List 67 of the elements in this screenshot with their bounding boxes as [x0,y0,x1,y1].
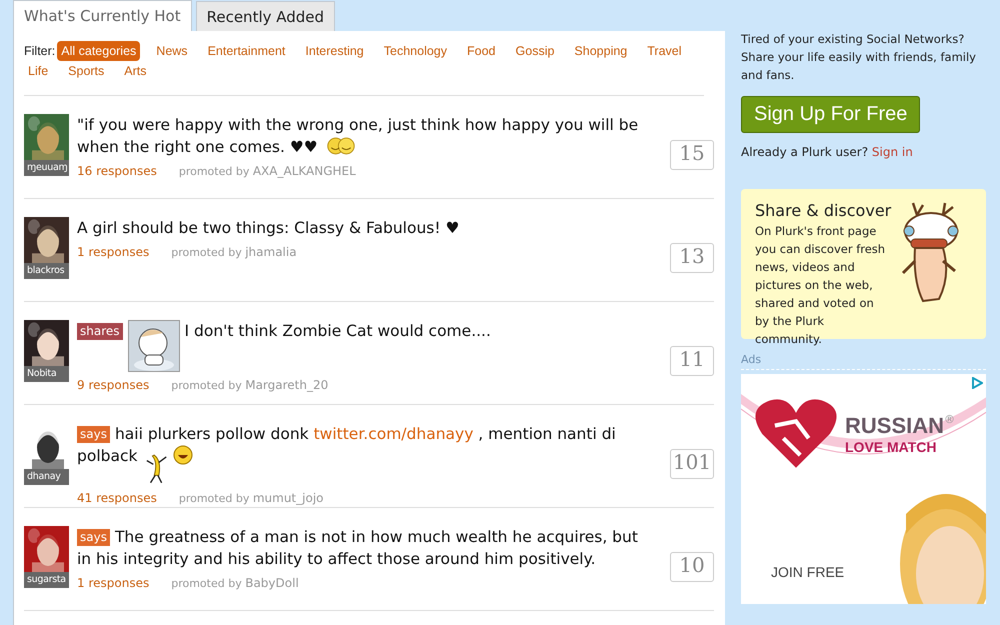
post-text: haii plurkers pollow donk twitter.com/dhanayy , mention nanti di [114,424,616,445]
responses-link[interactable]: 9 responses [77,378,150,392]
post-text: I don't think Zombie Cat would come.... [184,321,491,342]
category-filter[interactable]: Travel [643,41,686,61]
vote-count: 10 [670,552,714,582]
signup-button[interactable]: Sign Up For Free [741,96,920,133]
promoted-by: promoted by Margareth_20 [171,378,328,392]
username: Nobita [24,366,69,382]
ad-tagline: LOVE MATCH [845,439,938,455]
vote-count: 11 [670,346,714,376]
username: blackros [24,263,69,279]
username: sugarsta [24,572,69,588]
promo-text: On Plurk's front page you can discover fresh news, videos and pictures on the web, shared and voted on by the Plurk community. [755,223,886,348]
grinning-smiley-icon [173,445,194,465]
hugging-smileys-icon [326,136,356,156]
promoted-by: promoted by AXA_ALKANGHEL [178,164,356,178]
category-filter[interactable]: Food [463,41,500,61]
responses-link[interactable]: 16 responses [77,164,157,178]
responses-link[interactable]: 1 responses [77,245,150,259]
username: ɱeuuaɱ [24,160,69,176]
post-text: in his integrity and his ability to affect those around him positively. [77,549,596,570]
ad-brand: RUSSIAN [845,413,944,438]
filter-label: Filter: [24,44,56,58]
promoted-by: promoted by BabyDoll [171,576,299,590]
category-filter[interactable]: Interesting [301,41,368,61]
post-text: when the right one comes. ♥♥ [77,137,318,158]
avatar[interactable]: dhanay [24,423,69,485]
category-filter[interactable]: Gossip [512,41,558,61]
avatar[interactable]: Nobita [24,320,69,382]
post-text: polback [77,446,138,467]
promoted-by: promoted by mumut_jojo [178,491,324,505]
category-filter[interactable]: Sports [64,61,108,81]
signin-link[interactable]: Sign in [872,145,913,159]
ad-cta: JOIN FREE [771,564,844,580]
ads-label: Ads [741,353,986,370]
post-text: The greatness of a man is not in how much wealth he acquires, but [114,527,638,548]
category-filter[interactable]: All categories [57,41,140,61]
category-filter[interactable]: Life [24,61,52,81]
category-filter[interactable]: Technology [380,41,452,61]
category-filter[interactable]: News [152,41,192,61]
avatar[interactable]: blackros [24,217,69,279]
vote-count: 13 [670,243,714,273]
tab[interactable]: What's Currently Hot [13,0,192,31]
vote-count: 15 [670,140,714,170]
ad-banner[interactable]: RUSSIAN$^{®}$ LOVE MATCH JOIN FREE [741,374,986,604]
play-icon [971,377,983,389]
signin-prompt: Already a Plurk user? [741,145,868,159]
qualifier-tag: says [77,426,110,443]
promo-title: Share & discover [755,201,892,220]
vote-count: 101 [670,449,714,479]
promoted-by: promoted by jhamalia [171,245,297,259]
category-filter[interactable]: Arts [120,61,151,81]
post-text: "if you were happy with the wrong one, just think how happy you will be [77,115,638,136]
qualifier-tag: shares [77,323,123,340]
avatar[interactable]: sugarsta [24,526,69,588]
username: dhanay [24,469,69,485]
category-filter[interactable]: Entertainment [204,41,290,61]
category-filter[interactable]: Shopping [570,41,632,61]
qualifier-tag: says [77,529,110,546]
intro-text: Tired of your existing Social Networks? Share your life easily with friends, family and fans. [741,31,977,84]
registered-mark: ® [944,413,956,426]
avatar[interactable]: ɱeuuaɱ [24,114,69,176]
responses-link[interactable]: 41 responses [77,491,157,505]
post-text: A girl should be two things: Classy & Fabulous! ♥ [77,218,460,239]
responses-link[interactable]: 1 responses [77,576,150,590]
link[interactable]: twitter.com/dhanayy [314,425,474,443]
tab[interactable]: Recently Added [196,1,336,31]
